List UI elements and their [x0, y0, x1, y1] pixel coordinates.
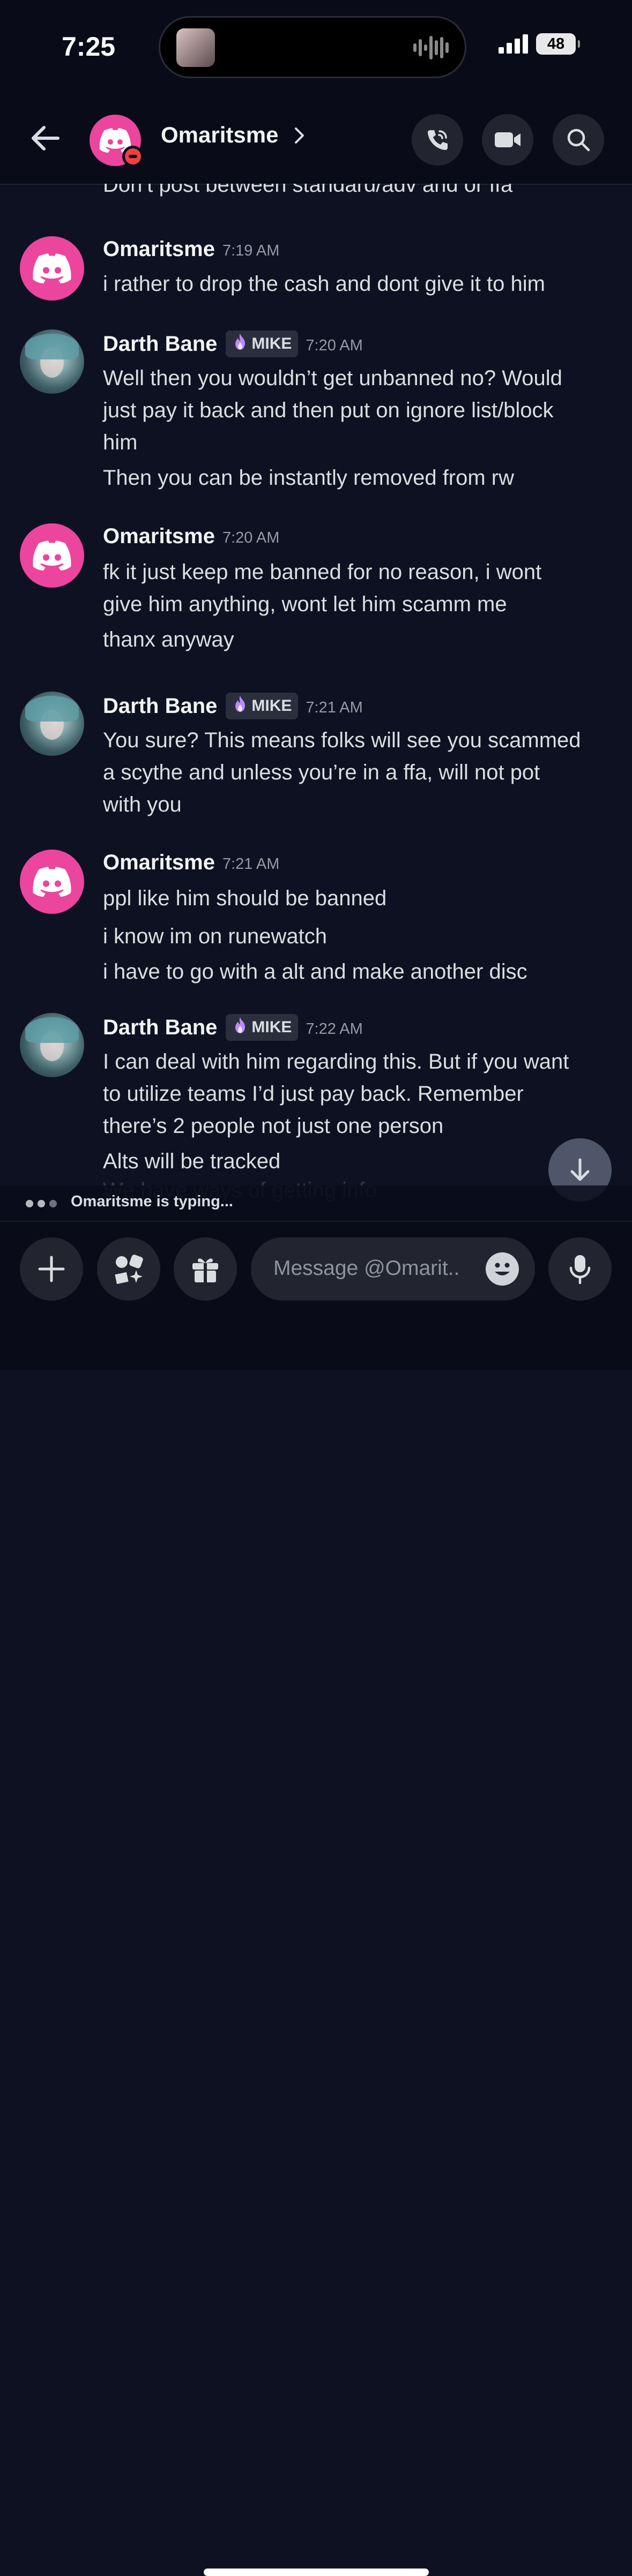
message-text: Don’t post between standard/adv and or f… [103, 184, 513, 197]
message-input-placeholder: Message @Omarit.. [273, 1257, 460, 1280]
username[interactable]: Darth Bane [103, 1016, 217, 1040]
fire-icon [232, 333, 248, 355]
username[interactable]: Darth Bane [103, 332, 217, 356]
message-text: i have to go with a alt and make another… [103, 960, 527, 983]
message-text: with you [103, 793, 182, 816]
timestamp: 7:19 AM [222, 242, 280, 259]
message-text: You sure? This means folks will see you … [103, 729, 581, 752]
username[interactable]: Omaritsme [103, 237, 215, 261]
typing-text: Omaritsme is typing... [71, 1193, 233, 1210]
message-text: i rather to drop the cash and dont give … [103, 272, 545, 296]
microphone-icon [569, 1255, 591, 1285]
audio-wave-icon [413, 36, 449, 59]
avatar[interactable] [20, 523, 84, 588]
avatar[interactable] [20, 692, 84, 756]
now-playing-thumbnail [176, 28, 215, 67]
message-text: to utilize teams I’d just pay back. Reme… [103, 1082, 524, 1106]
avatar[interactable] [20, 329, 84, 394]
battery-icon: 48 [536, 33, 580, 55]
avatar[interactable] [20, 1013, 84, 1077]
message-text: there’s 2 people not just one person [103, 1114, 444, 1138]
server-tag-label: MIKE [251, 1018, 292, 1036]
message-header: Omaritsme 7:19 AM [103, 237, 279, 261]
message-header: Omaritsme 7:20 AM [103, 524, 279, 549]
video-camera-icon [495, 132, 521, 147]
message-text: thanx anyway [103, 628, 234, 651]
system-status: 48 [499, 33, 580, 55]
dnd-status-icon [122, 146, 144, 167]
dm-header: Omaritsme [0, 91, 632, 185]
message-list[interactable]: Don’t post between standard/adv and or f… [0, 184, 632, 1185]
message-header: Darth Bane MIKE 7:21 AM [103, 693, 363, 719]
fire-icon [232, 1016, 248, 1039]
discord-logo-icon [33, 253, 71, 283]
username[interactable]: Omaritsme [103, 524, 215, 549]
server-tag-label: MIKE [251, 335, 292, 352]
emoji-icon[interactable] [486, 1252, 519, 1286]
message-text: give him anything, wont let him scamm me [103, 592, 507, 616]
message-text: I can deal with him regarding this. But … [103, 1050, 569, 1073]
phone-icon [428, 130, 448, 150]
typing-dots-icon [26, 1200, 57, 1207]
message-text: Well then you wouldn’t get unbanned no? … [103, 366, 562, 390]
message-header: Darth Bane MIKE 7:22 AM [103, 1014, 363, 1041]
message-text: fk it just keep me banned for no reason,… [103, 560, 542, 584]
plus-icon [38, 1256, 65, 1282]
server-tag[interactable]: MIKE [226, 331, 299, 357]
server-tag-label: MIKE [251, 697, 292, 715]
message-text: ppl like him should be banned [103, 887, 387, 910]
apps-icon [115, 1255, 143, 1285]
message-header: Omaritsme 7:21 AM [103, 851, 279, 875]
attach-button[interactable] [20, 1237, 83, 1301]
battery-level: 48 [547, 35, 565, 52]
timestamp: 7:20 AM [222, 529, 280, 546]
search-button[interactable] [553, 114, 604, 166]
server-tag[interactable]: MIKE [226, 693, 299, 719]
message-text: Alts will be tracked [103, 1150, 281, 1173]
arrow-down-icon [570, 1158, 590, 1181]
server-tag[interactable]: MIKE [226, 1014, 299, 1041]
gift-icon [192, 1258, 218, 1282]
voice-call-button[interactable] [412, 114, 463, 166]
message-text: a scythe and unless you’re in a ffa, wil… [103, 761, 540, 784]
gift-button[interactable] [174, 1237, 237, 1301]
fire-icon [232, 695, 248, 717]
dynamic-island[interactable] [159, 16, 466, 78]
message-text: i know im on runewatch [103, 925, 327, 948]
avatar[interactable] [20, 850, 84, 914]
message-input[interactable]: Message @Omarit.. [251, 1237, 535, 1301]
avatar[interactable] [20, 236, 84, 301]
search-icon [567, 129, 590, 152]
message-text: him [103, 431, 138, 454]
username[interactable]: Omaritsme [103, 851, 215, 875]
dm-title[interactable]: Omaritsme [161, 122, 278, 148]
timestamp: 7:22 AM [306, 1020, 363, 1038]
timestamp: 7:21 AM [306, 699, 363, 716]
message-header: Darth Bane MIKE 7:20 AM [103, 331, 363, 357]
typing-indicator: Omaritsme is typing... [0, 1185, 632, 1221]
clock: 7:25 [62, 32, 116, 62]
chevron-right-icon[interactable] [294, 126, 306, 145]
message-text: Then you can be instantly removed from r… [103, 466, 515, 490]
message-text: just pay it back and then put on ignore … [103, 399, 554, 422]
voice-message-button[interactable] [548, 1237, 612, 1301]
apps-button[interactable] [97, 1237, 160, 1301]
status-bar: 7:25 48 [0, 0, 632, 91]
timestamp: 7:20 AM [306, 336, 363, 354]
timestamp: 7:21 AM [222, 855, 280, 873]
cellular-signal-icon [499, 34, 528, 54]
home-indicator [204, 2569, 429, 2576]
username[interactable]: Darth Bane [103, 694, 217, 718]
back-arrow-icon[interactable] [28, 121, 62, 155]
video-call-button[interactable] [482, 114, 533, 166]
discord-logo-icon [33, 540, 71, 570]
discord-logo-icon [33, 867, 71, 897]
message-composer: Message @Omarit.. [0, 1221, 632, 2576]
